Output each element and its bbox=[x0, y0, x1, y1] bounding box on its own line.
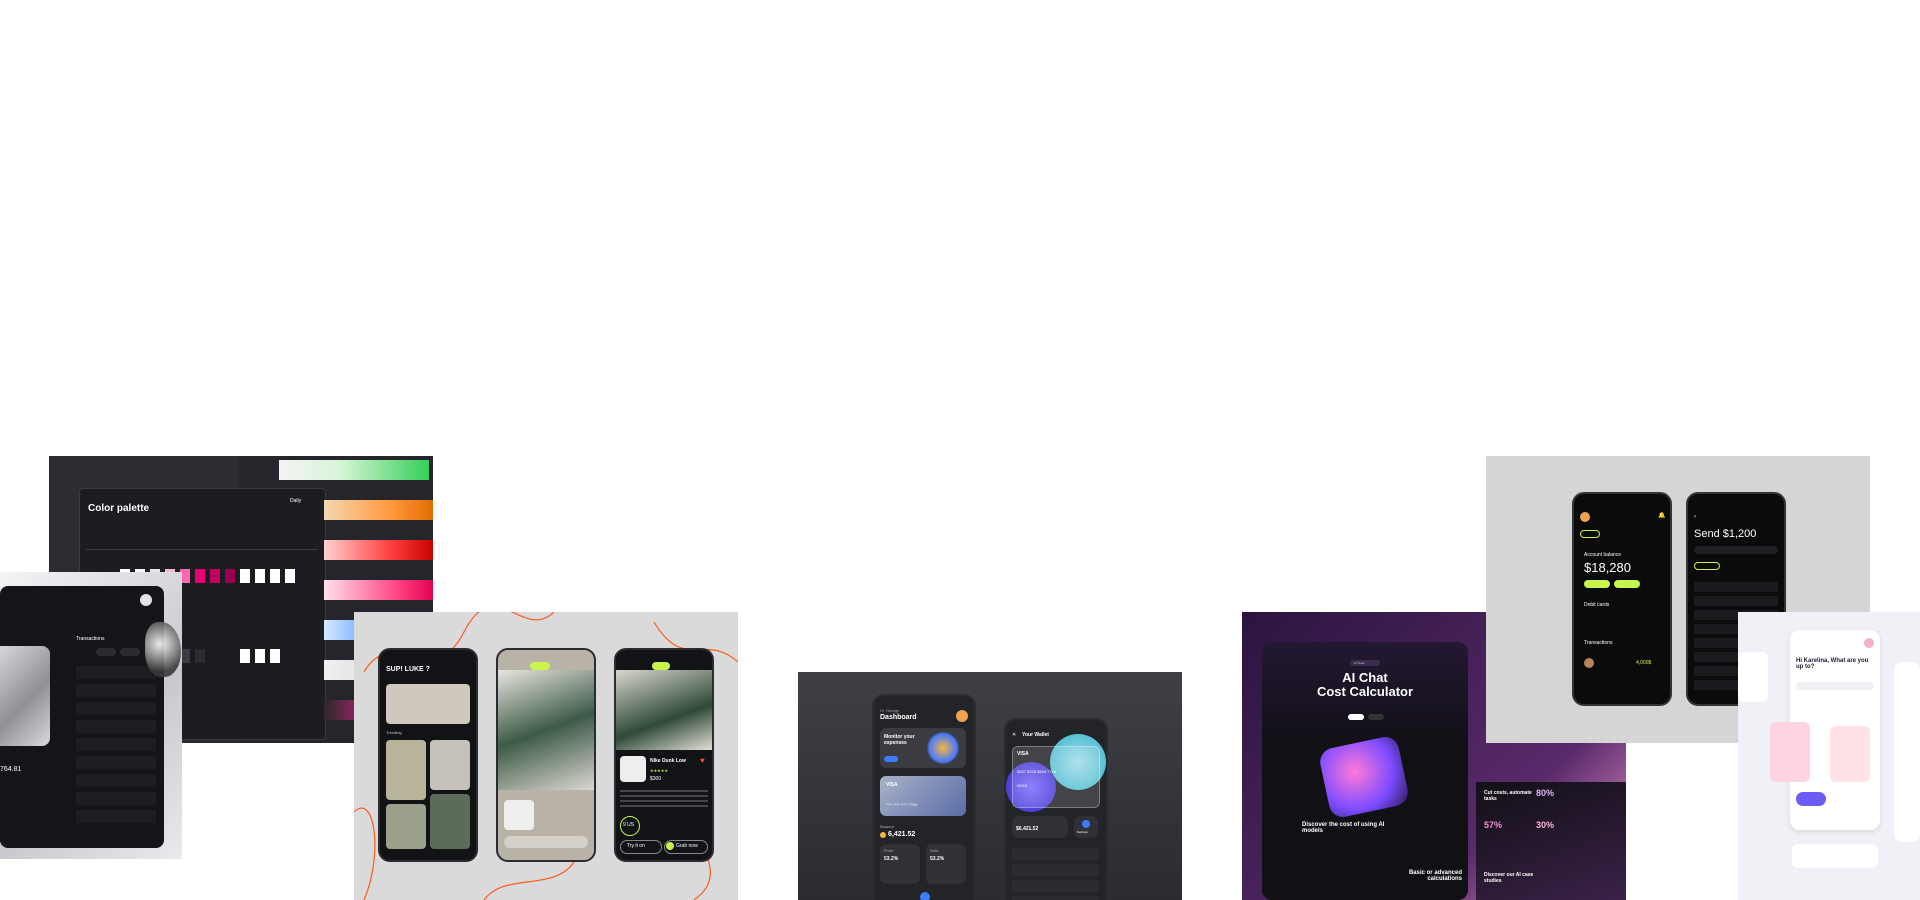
search-input[interactable] bbox=[1694, 546, 1778, 554]
tab-trending[interactable]: Trending bbox=[386, 730, 402, 735]
metal-card bbox=[0, 646, 50, 746]
ai-title-2: Cost Calculator bbox=[1316, 684, 1414, 699]
balance-label: Balance bbox=[880, 824, 895, 829]
bank-panel: 764.81 Transactions bbox=[0, 586, 164, 848]
balance-value: 6,421.52 bbox=[888, 831, 916, 838]
debit-cards-label: Debit cards bbox=[1584, 602, 1610, 608]
phone-buy: Nike Dunk Low ★★★★★ $300 9 US Try it on … bbox=[614, 648, 714, 862]
search-input[interactable] bbox=[1796, 682, 1874, 690]
add-task-button[interactable] bbox=[1796, 792, 1826, 806]
palette-title: Color palette bbox=[88, 503, 150, 514]
stat2-label: Debt bbox=[930, 848, 939, 853]
promo-title: Monitor your expenses bbox=[884, 734, 915, 746]
try-on-label: Try it on bbox=[627, 843, 645, 849]
phone-wallet: ✕ Your Wallet VISA 5837 5378 5849 7746 0… bbox=[1004, 718, 1108, 900]
calculator-3d bbox=[1317, 734, 1411, 820]
dash-subtitle: Hi, George bbox=[880, 708, 900, 713]
stat1-value: 53.2% bbox=[884, 856, 899, 862]
profit-card: Profit 53.2% bbox=[880, 844, 920, 884]
product-price: $300 bbox=[650, 776, 662, 782]
cta-button[interactable] bbox=[1348, 714, 1364, 720]
transactions-label: Transactions bbox=[1584, 640, 1613, 646]
card-number: **** **** **** 7783 bbox=[886, 802, 917, 807]
case-text: Discover our AI case studies bbox=[1484, 872, 1534, 884]
card-brand: VISA bbox=[886, 782, 898, 788]
settings-button[interactable]: Settings bbox=[1074, 816, 1098, 838]
amount-row: 4,000$ bbox=[1636, 660, 1652, 666]
bell-icon[interactable]: 🔔 bbox=[1658, 512, 1665, 519]
wallet-card-brand: VISA bbox=[1017, 751, 1029, 757]
phone-product-detail bbox=[496, 648, 596, 862]
wallet-balance: $6,421.52 bbox=[1016, 826, 1039, 832]
todo-app-shot[interactable]: Hi Karelina, What are you up to? bbox=[1738, 612, 1920, 900]
phone-account: 🔔 Account balance $18,280 Debit cards Tr… bbox=[1572, 492, 1672, 706]
request-button[interactable] bbox=[1614, 580, 1640, 588]
send-title: Send $1,200 bbox=[1694, 528, 1757, 540]
shoe-app-shot[interactable]: SUP! LUKE ? Trending Nike Dunk Low ★★★★★… bbox=[354, 612, 738, 900]
heart-icon[interactable]: ♥ bbox=[700, 756, 705, 765]
promo-card[interactable]: Monitor your expenses bbox=[880, 728, 966, 768]
avatar[interactable] bbox=[1580, 512, 1590, 522]
avatar[interactable] bbox=[140, 594, 152, 606]
hero-photo bbox=[386, 684, 470, 724]
dashboard-shot[interactable]: Hi, George Dashboard Monitor your expens… bbox=[798, 672, 1182, 900]
stat2-value: 53.2% bbox=[930, 856, 945, 862]
shoe-brand: SUP! LUKE ? bbox=[386, 666, 430, 673]
stats-title: Cut costs, automate tasks bbox=[1484, 790, 1532, 802]
wallet-card-expiry: 05/22 bbox=[1017, 783, 1028, 788]
avatar[interactable] bbox=[1864, 638, 1874, 648]
gear-icon bbox=[1082, 820, 1090, 828]
grab-now-label: Grab now bbox=[676, 843, 698, 849]
rating-stars: ★★★★★ bbox=[650, 768, 668, 773]
ai-page: AI Tools AI Chat Cost Calculator Discove… bbox=[1262, 642, 1468, 900]
stat-b: 57% bbox=[1484, 820, 1503, 830]
settings-label: Settings bbox=[1077, 830, 1088, 834]
wallet-title: Your Wallet bbox=[1022, 732, 1049, 738]
visa-card[interactable]: VISA **** **** **** 7783 bbox=[880, 776, 966, 816]
phone-dashboard: Hi, George Dashboard Monitor your expens… bbox=[872, 694, 976, 900]
avatar[interactable] bbox=[956, 710, 968, 722]
stat-c: 30% bbox=[1536, 820, 1555, 830]
transfer-button[interactable] bbox=[1584, 580, 1610, 588]
palette-brand: Daily bbox=[290, 498, 302, 504]
wallet-card-number: 5837 5378 5849 7746 bbox=[1017, 769, 1056, 774]
ai-stats: Cut costs, automate tasks 80% 57% 30% Di… bbox=[1476, 782, 1626, 900]
close-icon[interactable]: ✕ bbox=[1012, 732, 1016, 738]
wallet-card[interactable]: VISA 5837 5378 5849 7746 05/22 bbox=[1012, 746, 1100, 808]
chrome-sculpture bbox=[145, 622, 181, 677]
account-balance-value: $18,280 bbox=[1584, 560, 1631, 575]
stat1-label: Profit bbox=[884, 848, 894, 853]
phone-trending: SUP! LUKE ? Trending bbox=[378, 648, 478, 862]
dash-title: Dashboard bbox=[880, 714, 917, 721]
ai-title-1: AI Chat bbox=[1342, 670, 1388, 685]
debt-card: Debt 53.2% bbox=[926, 844, 966, 884]
back-icon[interactable]: ‹ bbox=[1694, 514, 1696, 520]
ai-badge: AI Tools bbox=[1354, 661, 1365, 665]
todo-greeting: Hi Karelina, What are you up to? bbox=[1796, 658, 1869, 670]
stat-a: 80% bbox=[1536, 788, 1555, 798]
secondary-button[interactable] bbox=[1368, 714, 1384, 720]
size-badge: 9 US bbox=[623, 822, 635, 828]
discover-text: Discover the cost of using AI models bbox=[1302, 822, 1385, 834]
transactions-title: Transactions bbox=[76, 636, 105, 642]
basic-text: Basic or advanced calculations bbox=[1408, 870, 1462, 882]
bank-balance: 764.81 bbox=[0, 766, 22, 773]
account-balance-label: Account balance bbox=[1584, 552, 1621, 558]
home-tab-icon[interactable] bbox=[920, 892, 930, 900]
bank-app-shot[interactable]: 764.81 Transactions bbox=[0, 572, 182, 859]
transaction-list bbox=[76, 666, 156, 826]
product-name: Nike Dunk Low bbox=[650, 758, 686, 764]
